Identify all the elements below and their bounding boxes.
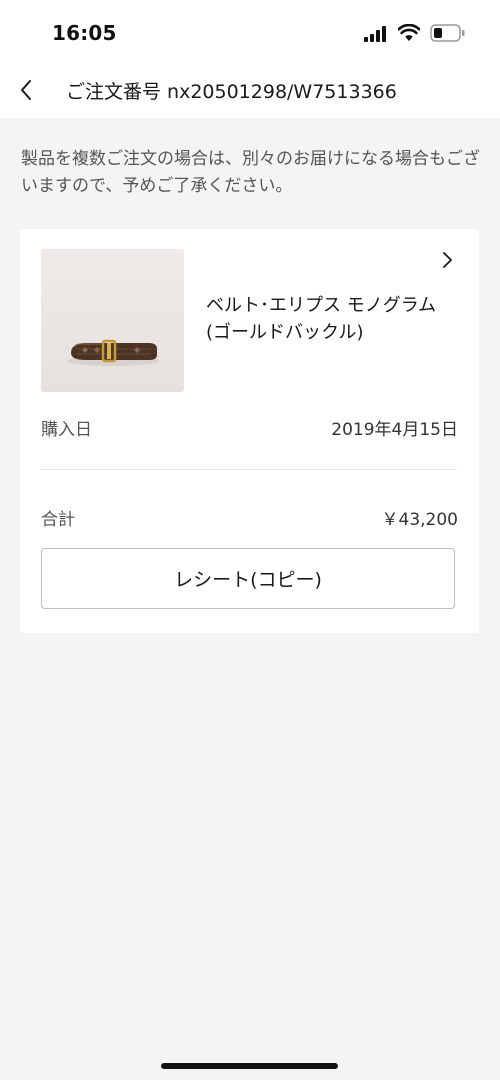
product-name: ベルト･エリプス モノグラム(ゴールドバックル) — [206, 295, 437, 343]
status-time: 16:05 — [52, 21, 117, 45]
total-value: ￥43,200 — [381, 510, 458, 530]
delivery-notice: 製品を複数ご注文の場合は、別々のお届けになる場合もございますので、予めご了承くだ… — [21, 149, 480, 196]
product-row[interactable]: ベルト･エリプス モノグラム(ゴールドバックル) — [20, 229, 479, 399]
nav-bar: ご注文番号 nx20501298/W7513366 — [0, 64, 500, 118]
purchase-date-label: 購入日 — [41, 420, 92, 440]
purchase-date-value: 2019年4月15日 — [331, 420, 458, 440]
battery-icon — [430, 24, 465, 42]
chevron-left-icon — [21, 80, 31, 100]
receipt-copy-button[interactable]: レシート(コピー) — [41, 548, 455, 609]
belt-product-image — [41, 249, 184, 392]
cellular-signal-icon — [364, 26, 386, 42]
order-card: ベルト･エリプス モノグラム(ゴールドバックル) 購入日 2019年4月15日 … — [20, 229, 479, 633]
page-title: ご注文番号 nx20501298/W7513366 — [66, 81, 397, 103]
chevron-right-icon — [443, 252, 452, 268]
status-bar: 16:05 — [0, 0, 500, 64]
total-label: 合計 — [41, 510, 75, 530]
wifi-icon — [398, 24, 420, 41]
back-button[interactable] — [10, 72, 46, 108]
home-indicator[interactable] — [161, 1063, 338, 1069]
top-area: 16:05 ご注文番号 nx20501298/W7513366 — [0, 0, 500, 118]
divider — [41, 469, 457, 470]
